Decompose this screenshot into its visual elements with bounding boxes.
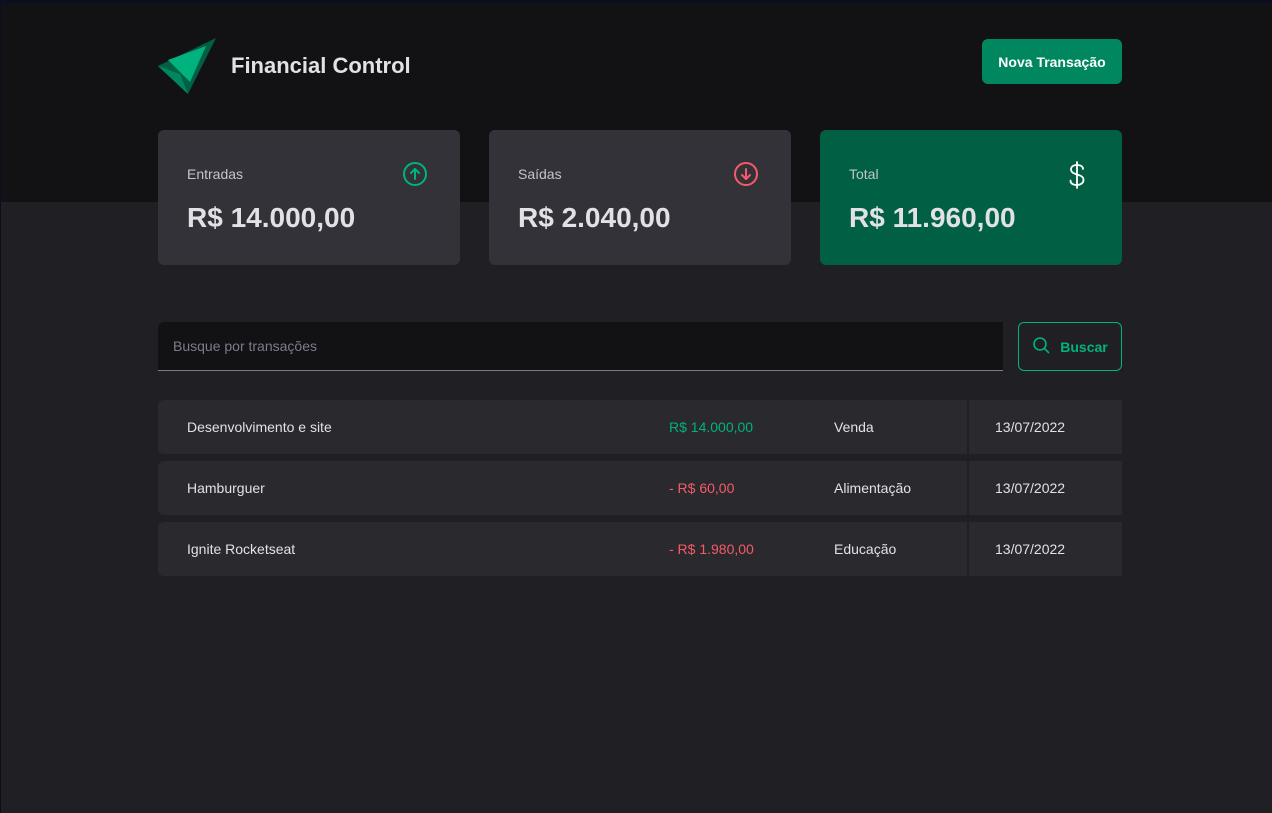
table-row: Hamburguer - R$ 60,00 Alimentação 13/07/…: [158, 461, 1122, 515]
transaction-price: - R$ 60,00: [669, 480, 735, 496]
transaction-date: 13/07/2022: [995, 419, 1066, 435]
summary-card-total: Total R$ 11.960,00: [820, 130, 1122, 265]
summary-outcome-value: R$ 2.040,00: [518, 202, 671, 233]
summary-card-outcome: Saídas R$ 2.040,00: [489, 130, 791, 265]
magnifying-glass-icon: [1032, 336, 1050, 357]
transaction-category: Venda: [834, 419, 874, 435]
search-input[interactable]: [158, 322, 1003, 371]
summary-income-value: R$ 14.000,00: [187, 202, 356, 233]
transaction-category: Alimentação: [834, 480, 912, 496]
summary-total-value: R$ 11.960,00: [849, 202, 1016, 233]
table-row: Ignite Rocketseat - R$ 1.980,00 Educação…: [158, 522, 1122, 576]
currency-dollar-icon: [1064, 161, 1090, 189]
arrow-circle-up-icon: [402, 161, 428, 187]
transaction-date: 13/07/2022: [995, 541, 1066, 557]
summary-total-label: Total: [849, 166, 879, 182]
transaction-price: - R$ 1.980,00: [669, 541, 754, 557]
summary-card-income: Entradas R$ 14.000,00: [158, 130, 460, 265]
table-row: Desenvolvimento e site R$ 14.000,00 Vend…: [158, 400, 1122, 454]
transaction-category: Educação: [834, 541, 897, 557]
transaction-price: R$ 14.000,00: [669, 419, 754, 435]
window-left-border: [0, 0, 1, 813]
search-button-label: Buscar: [1060, 338, 1108, 355]
window-top-border: [0, 0, 1272, 3]
transaction-description: Ignite Rocketseat: [187, 541, 296, 557]
summary-income-label: Entradas: [187, 166, 244, 182]
summary-outcome-label: Saídas: [518, 166, 562, 182]
transaction-description: Desenvolvimento e site: [187, 419, 332, 435]
transaction-description: Hamburguer: [187, 480, 265, 496]
brand-title: Financial Control: [231, 53, 411, 78]
logo-icon: [158, 38, 216, 94]
search-button[interactable]: Buscar: [1018, 322, 1122, 371]
new-transaction-button[interactable]: Nova Transação: [982, 39, 1122, 84]
arrow-circle-down-icon: [733, 161, 759, 187]
transaction-date: 13/07/2022: [995, 480, 1066, 496]
